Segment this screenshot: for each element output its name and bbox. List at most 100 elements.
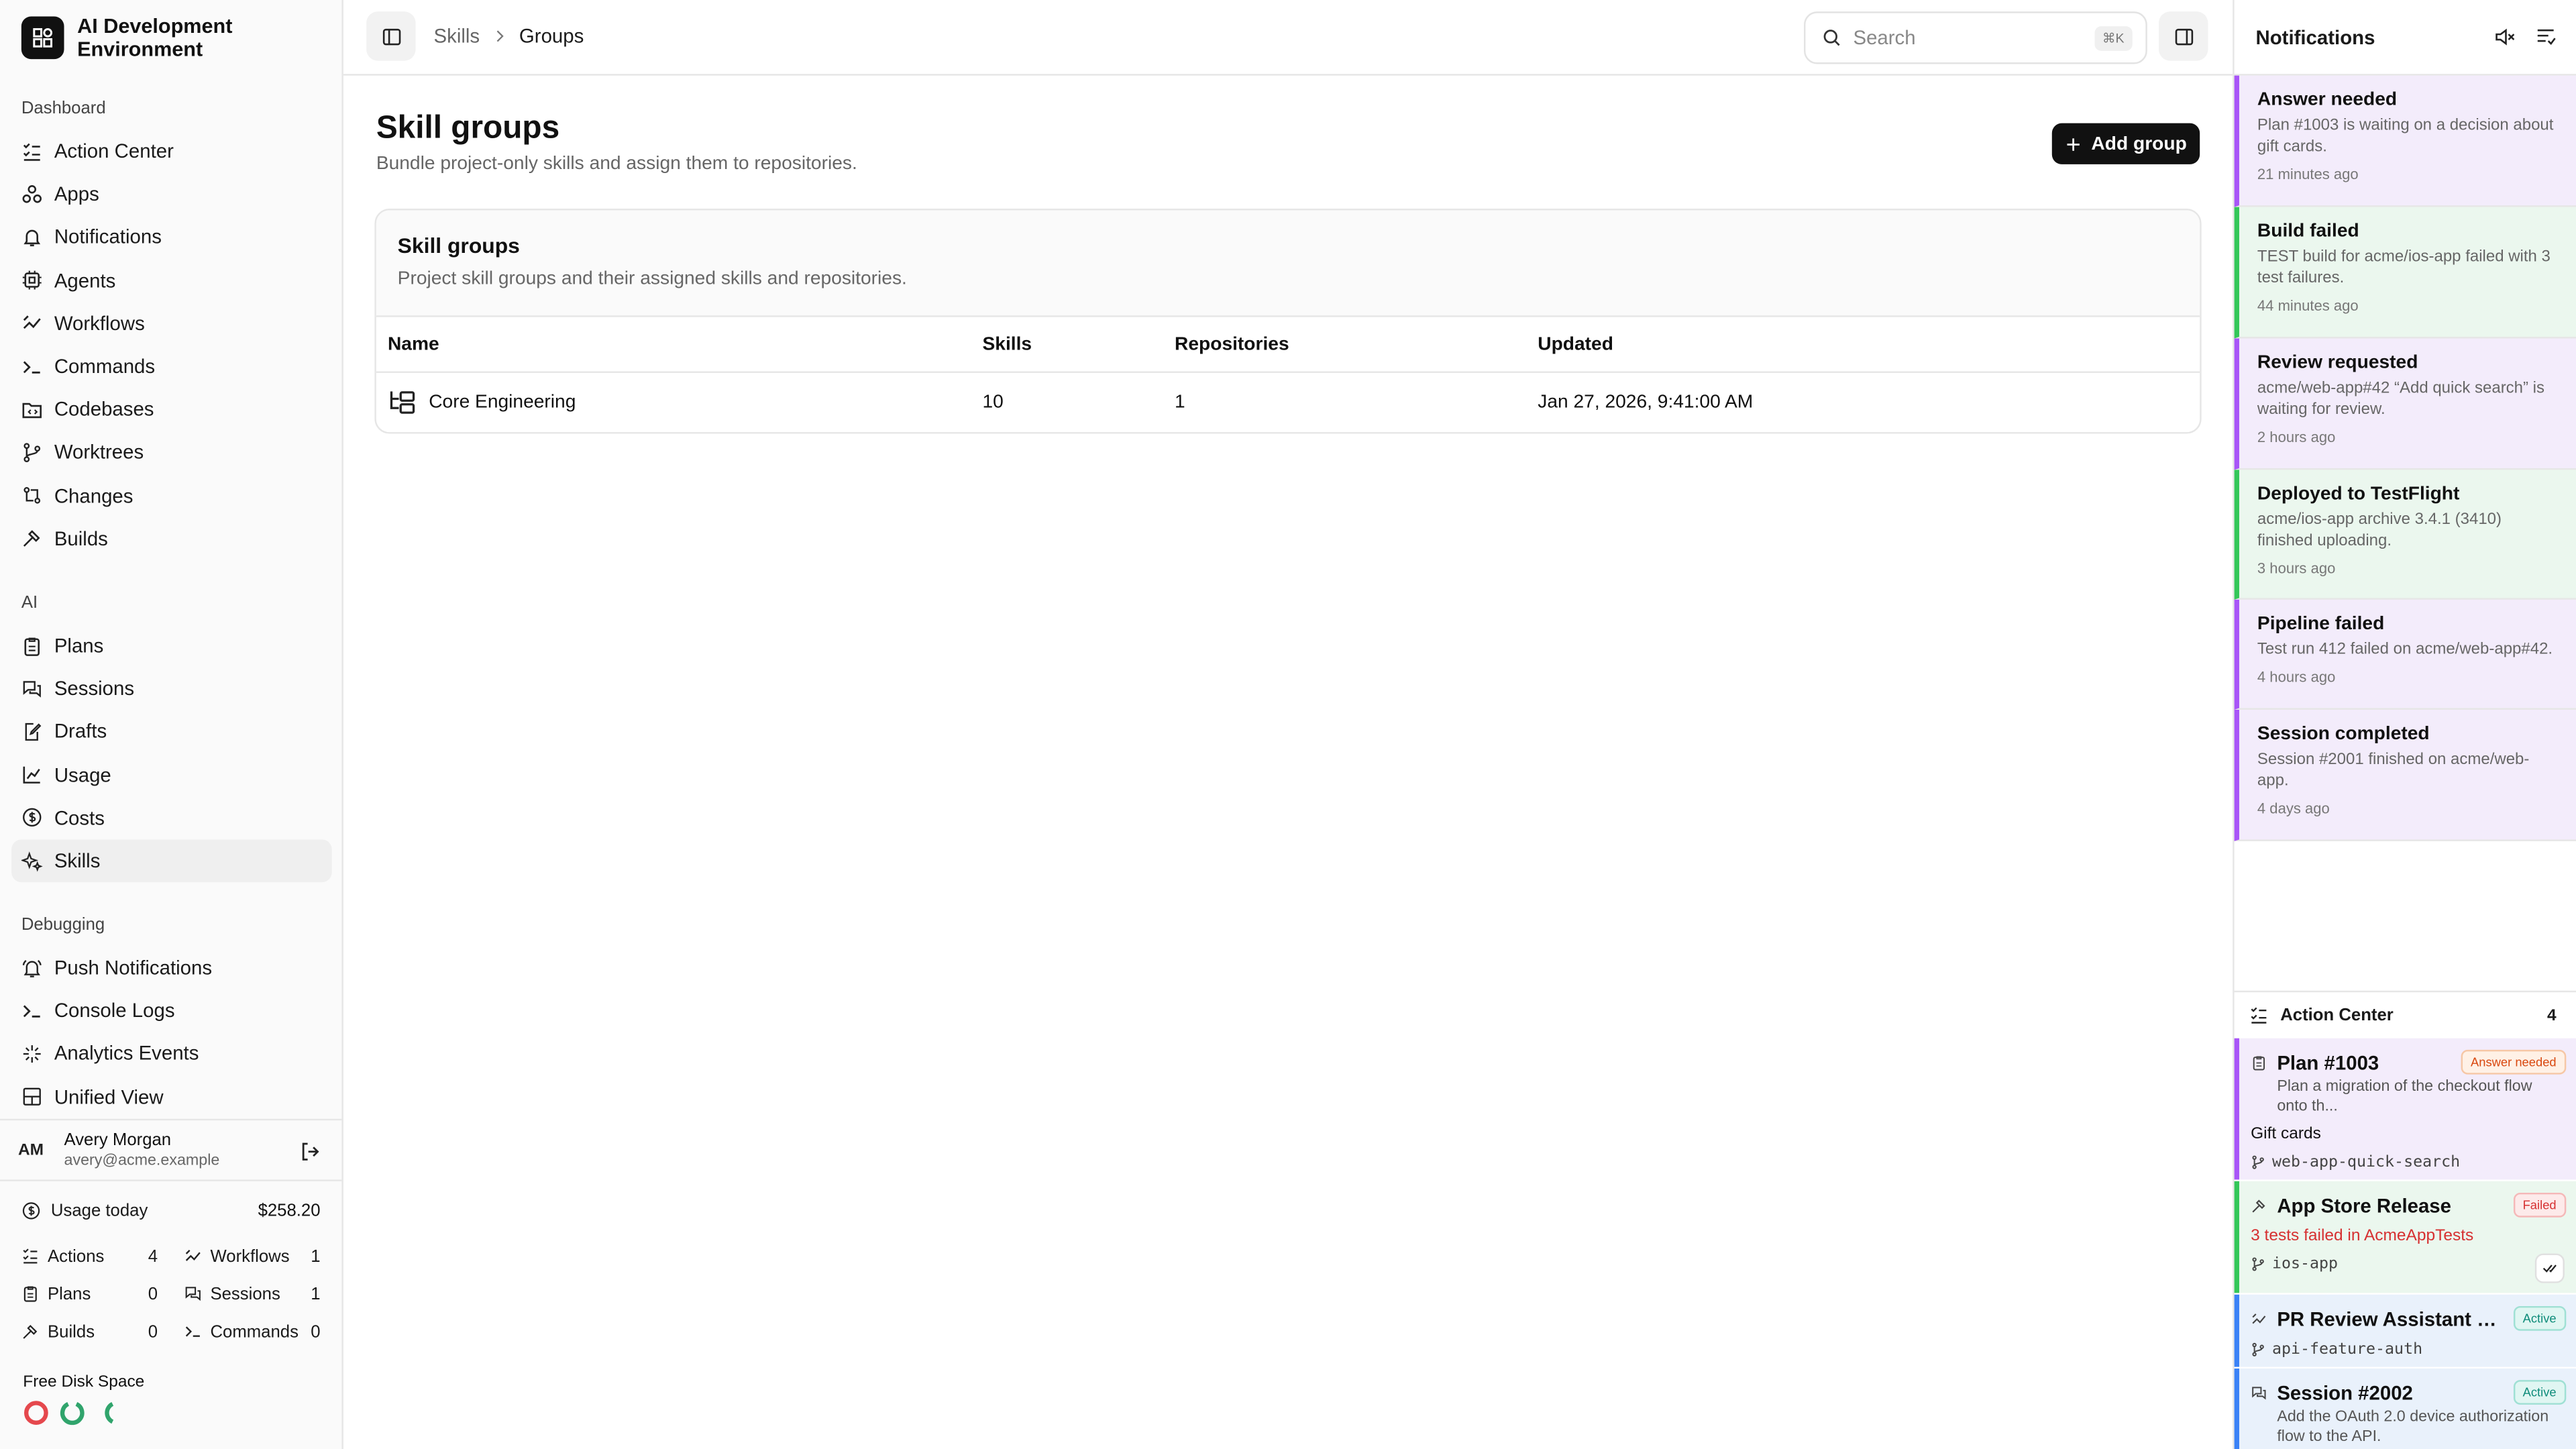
mark-all-read-icon[interactable] <box>2535 26 2557 48</box>
breadcrumb-skills[interactable]: Skills <box>434 25 480 48</box>
action-item[interactable]: Plan #1003 Answer needed Plan a migratio… <box>2234 1038 2576 1180</box>
column-header-repositories[interactable]: Repositories <box>1175 317 1289 372</box>
sidebar-item-label: Commands <box>54 355 156 378</box>
sidebar-item-workflows[interactable]: Workflows <box>11 302 332 345</box>
chat-icon <box>185 1287 201 1301</box>
logout-icon[interactable] <box>299 1140 322 1163</box>
chart-icon <box>23 767 40 784</box>
notification-body: acme/ios-app archive 3.4.1 (3410) finish… <box>2257 511 2502 551</box>
action-item[interactable]: Session #2002 Active Add the OAuth 2.0 d… <box>2234 1368 2576 1449</box>
disk-gauges <box>23 1400 121 1426</box>
action-item[interactable]: App Store Release Failed 3 tests failed … <box>2234 1181 2576 1293</box>
search-icon <box>1823 30 1840 46</box>
folder-tree-icon <box>390 391 415 414</box>
stat-commands[interactable]: Commands 0 <box>184 1320 321 1344</box>
group-name[interactable]: Core Engineering <box>429 392 576 412</box>
hammer-icon <box>23 1324 38 1339</box>
user-profile[interactable]: AM Avery Morgan avery@acme.example <box>0 1118 342 1181</box>
sidebar-item-apps[interactable]: Apps <box>11 173 332 216</box>
sidebar-item-label: Apps <box>54 182 99 206</box>
list-checks-icon <box>2251 1007 2267 1024</box>
stat-builds[interactable]: Builds 0 <box>21 1320 158 1344</box>
add-group-button[interactable]: Add group <box>2051 123 2200 164</box>
notification-body: Session #2001 finished on acme/web-app. <box>2257 751 2530 790</box>
column-header-updated[interactable]: Updated <box>1538 317 1613 372</box>
notification-item[interactable]: Build failed TEST build for acme/ios-app… <box>2234 207 2576 339</box>
stat-actions[interactable]: Actions 4 <box>21 1244 158 1269</box>
sidebar-item-label: Action Center <box>54 140 174 163</box>
sidebar-item-analytics-events[interactable]: Analytics Events <box>11 1032 332 1075</box>
sidebar-item-label: Drafts <box>54 720 107 744</box>
notifications-panel: Notifications Answer needed Plan #1003 i… <box>2233 0 2576 1449</box>
search-input[interactable]: Search ⌘K <box>1804 11 2147 64</box>
action-center-count: 4 <box>2547 1006 2557 1024</box>
section-label-debugging: Debugging <box>21 915 105 935</box>
list-checks-icon <box>23 1248 38 1264</box>
panel-toggle-button[interactable] <box>2158 11 2208 61</box>
action-item[interactable]: PR Review Assistant #4... Active api-fea… <box>2234 1294 2576 1367</box>
sidebar-toggle-button[interactable] <box>366 11 416 61</box>
stat-value: 1 <box>311 1283 321 1304</box>
notification-item[interactable]: Review requested acme/web-app#42 “Add qu… <box>2234 338 2576 470</box>
stat-value: 0 <box>148 1283 158 1304</box>
git-compare-icon <box>23 487 41 504</box>
usage-label: Usage today <box>50 1201 148 1221</box>
plus-icon <box>2067 138 2080 150</box>
page-subtitle: Bundle project-only skills and assign th… <box>376 154 857 174</box>
terminal-icon <box>185 1326 200 1337</box>
sidebar-item-skills[interactable]: Skills <box>11 839 332 883</box>
column-header-name[interactable]: Name <box>388 317 439 372</box>
mute-icon[interactable] <box>2494 26 2516 48</box>
notification-body: Test run 412 failed on acme/web-app#42. <box>2257 641 2553 659</box>
sidebar-item-builds[interactable]: Builds <box>11 517 332 560</box>
table-row[interactable]: Core Engineering 10 1 Jan 27, 2026, 9:41… <box>376 373 2200 432</box>
sidebar-item-worktrees[interactable]: Worktrees <box>11 431 332 474</box>
sidebar-item-action-center[interactable]: Action Center <box>11 129 332 172</box>
sidebar-item-codebases[interactable]: Codebases <box>11 388 332 431</box>
action-error: 3 tests failed in AcmeAppTests <box>2251 1227 2474 1246</box>
status-badge: Answer needed <box>2461 1049 2567 1075</box>
sidebar-item-sessions[interactable]: Sessions <box>11 667 332 710</box>
sidebar-item-agents[interactable]: Agents <box>11 259 332 302</box>
sidebar-item-plans[interactable]: Plans <box>11 625 332 667</box>
notification-item[interactable]: Session completed Session #2001 finished… <box>2234 709 2576 841</box>
sidebar-item-notifications[interactable]: Notifications <box>11 216 332 259</box>
action-center-header[interactable]: Action Center 4 <box>2234 990 2576 1038</box>
column-header-skills[interactable]: Skills <box>983 317 1032 372</box>
terminal-icon <box>23 1004 40 1018</box>
sidebar-item-label: Usage <box>54 763 111 787</box>
notifications-title: Notifications <box>2255 25 2375 49</box>
sidebar-item-label: Skills <box>54 849 101 873</box>
sidebar-item-costs[interactable]: Costs <box>11 796 332 839</box>
add-group-label: Add group <box>2091 133 2187 154</box>
sidebar-item-drafts[interactable]: Drafts <box>11 710 332 753</box>
action-branch: api-feature-auth <box>2251 1340 2566 1358</box>
sidebar-item-commands[interactable]: Commands <box>11 345 332 388</box>
mark-done-button[interactable] <box>2534 1253 2565 1283</box>
sidebar-item-label: Sessions <box>54 677 135 700</box>
notification-item[interactable]: Answer needed Plan #1003 is waiting on a… <box>2234 75 2576 207</box>
apps-icon <box>22 184 42 203</box>
sidebar-item-changes[interactable]: Changes <box>11 474 332 517</box>
chat-icon <box>2252 1386 2266 1399</box>
sidebar-item-push-notifications[interactable]: Push Notifications <box>11 947 332 989</box>
stat-plans[interactable]: Plans 0 <box>21 1281 158 1306</box>
stat-value: 4 <box>148 1246 158 1266</box>
branch-name: web-app-quick-search <box>2271 1153 2461 1172</box>
sidebar-item-label: Changes <box>54 484 133 507</box>
brand[interactable]: AI Development Environment <box>21 15 274 61</box>
notification-item[interactable]: Pipeline failed Test run 412 failed on a… <box>2234 599 2576 710</box>
disk-gauge-2-icon <box>60 1402 85 1426</box>
notification-item[interactable]: Deployed to TestFlight acme/ios-app arch… <box>2234 470 2576 600</box>
branch-name: api-feature-auth <box>2271 1340 2423 1359</box>
sidebar-item-console-logs[interactable]: Console Logs <box>11 989 332 1032</box>
hammer-icon <box>23 530 40 547</box>
stat-workflows[interactable]: Workflows 1 <box>184 1244 321 1269</box>
sidebar-item-usage[interactable]: Usage <box>11 753 332 796</box>
stat-sessions[interactable]: Sessions 1 <box>184 1281 321 1306</box>
git-branch-icon <box>2252 1257 2264 1271</box>
action-center-title: Action Center <box>2280 1005 2394 1026</box>
stat-label: Workflows <box>210 1246 290 1266</box>
cpu-icon <box>22 271 42 290</box>
sidebar-item-unified-view[interactable]: Unified View <box>11 1075 332 1118</box>
